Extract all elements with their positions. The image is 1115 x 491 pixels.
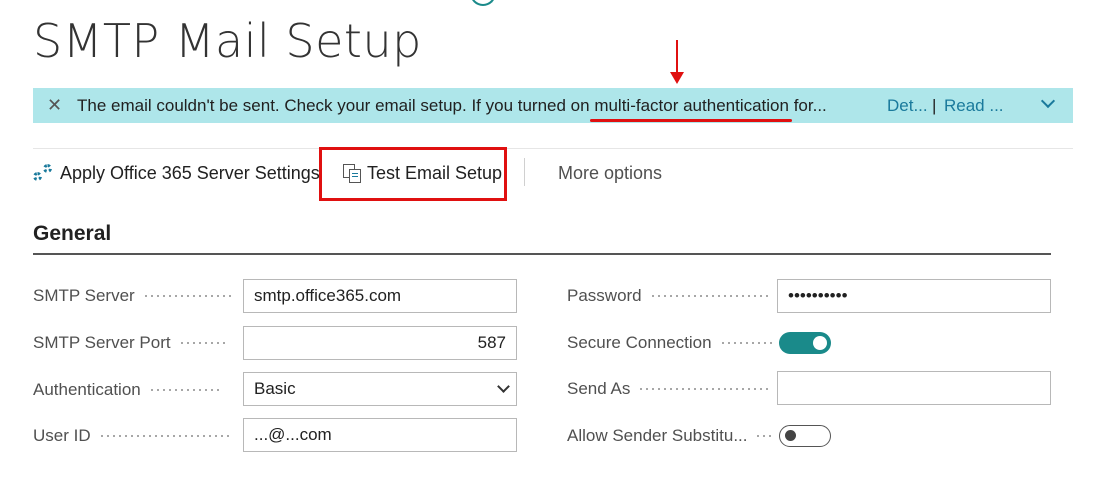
toolbar-divider: [524, 158, 525, 186]
details-link[interactable]: Det...: [887, 96, 928, 116]
error-banner: ✕ The email couldn't be sent. Check your…: [33, 88, 1073, 123]
banner-separator: |: [932, 95, 937, 115]
user-id-input[interactable]: ...@...com: [243, 418, 517, 452]
section-title-general: General: [33, 222, 112, 245]
section-divider: [33, 253, 1051, 255]
secure-connection-label: Secure Connection: [567, 333, 772, 353]
authentication-label: Authentication: [33, 380, 221, 400]
allow-sender-substitution-label: Allow Sender Substitu...: [567, 426, 774, 446]
password-label: Password: [567, 286, 768, 306]
secure-connection-toggle[interactable]: [779, 332, 831, 354]
test-email-icon: [341, 163, 363, 184]
apply-office365-label: Apply Office 365 Server Settings: [60, 163, 320, 183]
banner-message: The email couldn't be sent. Check your e…: [77, 95, 827, 115]
read-more-link[interactable]: Read ...: [944, 96, 1004, 116]
authentication-select[interactable]: Basic: [243, 372, 517, 406]
more-options-label: More options: [558, 163, 663, 183]
user-id-label: User ID: [33, 426, 231, 446]
test-email-setup-button[interactable]: Test Email Setup: [341, 163, 502, 184]
smtp-port-input[interactable]: 587: [243, 326, 517, 360]
mfa-highlight: multi-factor authentication: [594, 95, 789, 115]
smtp-port-label: SMTP Server Port: [33, 333, 225, 353]
smtp-server-label: SMTP Server: [33, 286, 235, 306]
more-options-button[interactable]: More options: [558, 163, 662, 184]
annotation-arrow: [670, 40, 684, 84]
chevron-down-icon[interactable]: [1040, 93, 1056, 109]
apply-office365-button[interactable]: Apply Office 365 Server Settings: [33, 163, 320, 184]
chevron-down-icon: [497, 380, 510, 393]
partial-logo-arc: [470, 0, 496, 6]
gears-icon: [33, 163, 57, 184]
allow-sender-substitution-toggle[interactable]: [779, 425, 831, 447]
toolbar-top-divider: [33, 148, 1073, 149]
test-email-setup-label: Test Email Setup: [367, 163, 503, 183]
send-as-label: Send As: [567, 379, 769, 399]
smtp-server-input[interactable]: smtp.office365.com: [243, 279, 517, 313]
page-title: SMTP Mail Setup: [33, 14, 422, 68]
authentication-value: Basic: [254, 379, 296, 398]
send-as-input[interactable]: [777, 371, 1051, 405]
close-icon[interactable]: ✕: [47, 95, 77, 116]
password-input[interactable]: ••••••••••: [777, 279, 1051, 313]
